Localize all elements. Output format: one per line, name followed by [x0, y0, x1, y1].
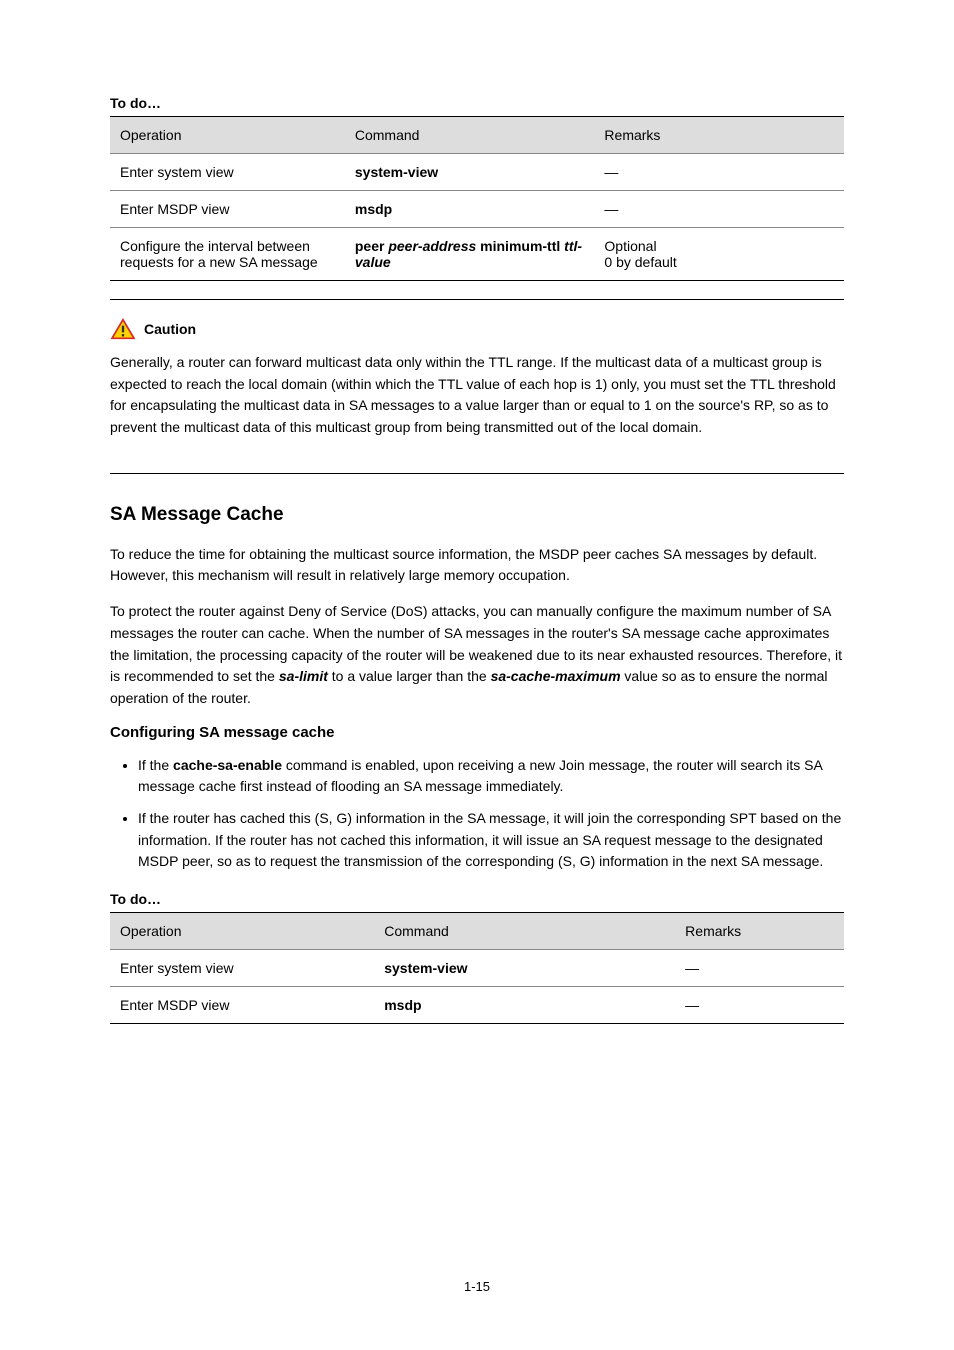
label-to-do-2: To do…	[110, 891, 844, 907]
label-to-do: To do…	[110, 95, 844, 111]
section-p2: To protect the router against Deny of Se…	[110, 601, 844, 709]
col-remarks: Remarks	[594, 117, 844, 154]
caution-body: Generally, a router can forward multicas…	[110, 352, 844, 439]
table-cell: msdp	[345, 191, 595, 228]
bullet-list: If the cache-sa-enable command is enable…	[110, 755, 844, 873]
col-operation: Operation	[110, 117, 345, 154]
table-cell: Configure the interval between requests …	[110, 228, 345, 281]
table-cell: Enter MSDP view	[110, 987, 374, 1024]
list-item: If the cache-sa-enable command is enable…	[138, 755, 844, 798]
table-cell: Enter system view	[110, 950, 374, 987]
caution-icon	[110, 318, 136, 340]
table-config-sa-cache: Operation Command Remarks Enter system v…	[110, 912, 844, 1024]
table-cell: system-view	[374, 950, 675, 987]
table-cell: msdp	[374, 987, 675, 1024]
col-remarks: Remarks	[675, 913, 844, 950]
table-cell: Optional 0 by default	[594, 228, 844, 281]
sub-heading: Configuring SA message cache	[110, 724, 844, 741]
table-cell: —	[675, 987, 844, 1024]
caution-title: Caution	[144, 321, 196, 337]
table-row: Enter MSDP viewmsdp—	[110, 987, 844, 1024]
table-cell: Enter MSDP view	[110, 191, 345, 228]
page-number: 1-15	[0, 1279, 954, 1294]
table-row: Configure the interval between requests …	[110, 228, 844, 281]
table-row: Enter system viewsystem-view—	[110, 950, 844, 987]
table-cell: —	[594, 154, 844, 191]
table-cell: Enter system view	[110, 154, 345, 191]
caution-callout: Caution Generally, a router can forward …	[110, 299, 844, 474]
table-cell: peer peer-address minimum-ttl ttl-value	[345, 228, 595, 281]
section-heading: SA Message Cache	[110, 504, 844, 526]
col-command: Command	[345, 117, 595, 154]
section-p1: To reduce the time for obtaining the mul…	[110, 544, 844, 587]
table-row: Enter MSDP viewmsdp—	[110, 191, 844, 228]
col-command: Command	[374, 913, 675, 950]
table-cell: —	[675, 950, 844, 987]
table-cell: system-view	[345, 154, 595, 191]
list-item: If the router has cached this (S, G) inf…	[138, 808, 844, 873]
table-cell: —	[594, 191, 844, 228]
table-config-sa-interval: Operation Command Remarks Enter system v…	[110, 116, 844, 281]
col-operation: Operation	[110, 913, 374, 950]
table-row: Enter system viewsystem-view—	[110, 154, 844, 191]
